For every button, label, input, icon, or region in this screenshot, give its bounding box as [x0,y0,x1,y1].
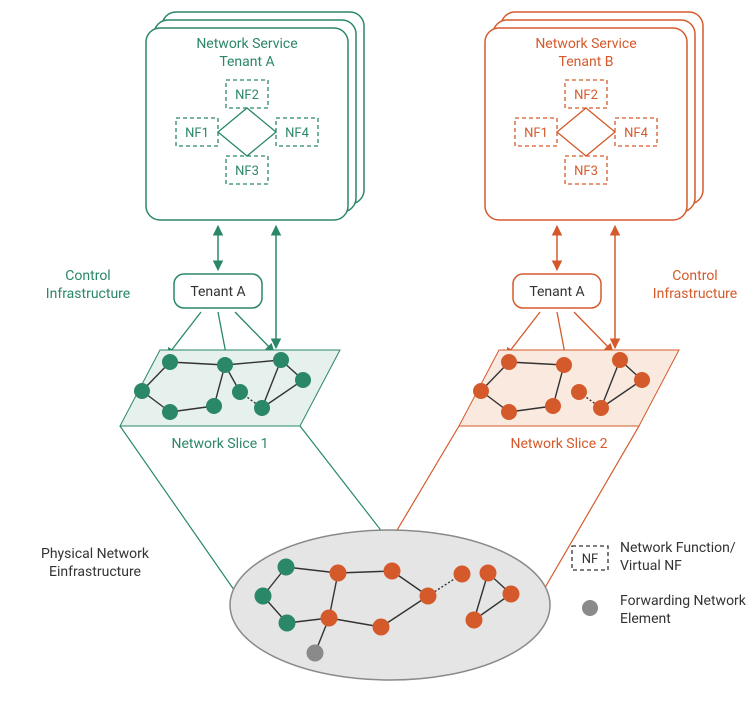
physical-label-2: Einfrastructure [49,564,141,580]
slice-1-label: Network Slice 1 [171,436,268,452]
arrow-tenant-b-down-3 [574,312,613,352]
nf1-a: NF1 [185,126,209,141]
tenant-b-group: Network Service Tenant B NF2 NF1 NF4 NF3… [390,12,737,610]
proj-a-right [300,426,390,542]
physical-ellipse [230,530,550,680]
tenant-b-label: Tenant A [529,284,584,300]
control-label-b-1: Control [672,268,717,284]
legend-node-line1: Forwarding Network [620,593,747,609]
nf2-b: NF2 [574,88,598,103]
tenant-a-label: Tenant A [190,284,245,300]
control-label-a-2: Infrastructure [46,286,130,302]
legend-nf-text: NF [582,552,598,567]
legend: NF Network Function/ Virtual NF Forwardi… [572,540,747,627]
tenant-a-group: Network Service Tenant A NF2 NF1 NF4 NF3… [46,12,390,610]
legend-node-icon [582,600,598,616]
service-title-a-1: Network Service [196,36,297,52]
slice-2-label: Network Slice 2 [510,436,607,452]
nf3-b: NF3 [574,164,598,179]
physical-label-1: Physical Network [41,546,150,562]
arrow-tenant-a-down-3 [235,312,274,352]
legend-node-line2: Element [620,611,671,627]
control-label-a-1: Control [65,268,110,284]
service-title-a-2: Tenant A [219,54,274,70]
service-title-b-1: Network Service [535,36,636,52]
physical-group: Physical Network Einfrastructure [41,530,550,680]
legend-nf-line2: Virtual NF [620,558,682,574]
nf2-a: NF2 [235,88,259,103]
nf3-a: NF3 [235,164,259,179]
nf4-b: NF4 [624,126,648,141]
nf1-b: NF1 [524,126,548,141]
service-title-b-2: Tenant B [559,54,614,70]
control-label-b-2: Infrastructure [653,286,737,302]
proj-b-right [532,426,639,610]
arrow-tenant-a-down-1 [167,312,201,356]
arrow-tenant-b-down-1 [506,312,540,356]
proj-b-left [390,426,459,542]
proj-a-left [120,426,248,610]
legend-nf-line1: Network Function/ [620,540,736,556]
nf4-a: NF4 [285,126,309,141]
